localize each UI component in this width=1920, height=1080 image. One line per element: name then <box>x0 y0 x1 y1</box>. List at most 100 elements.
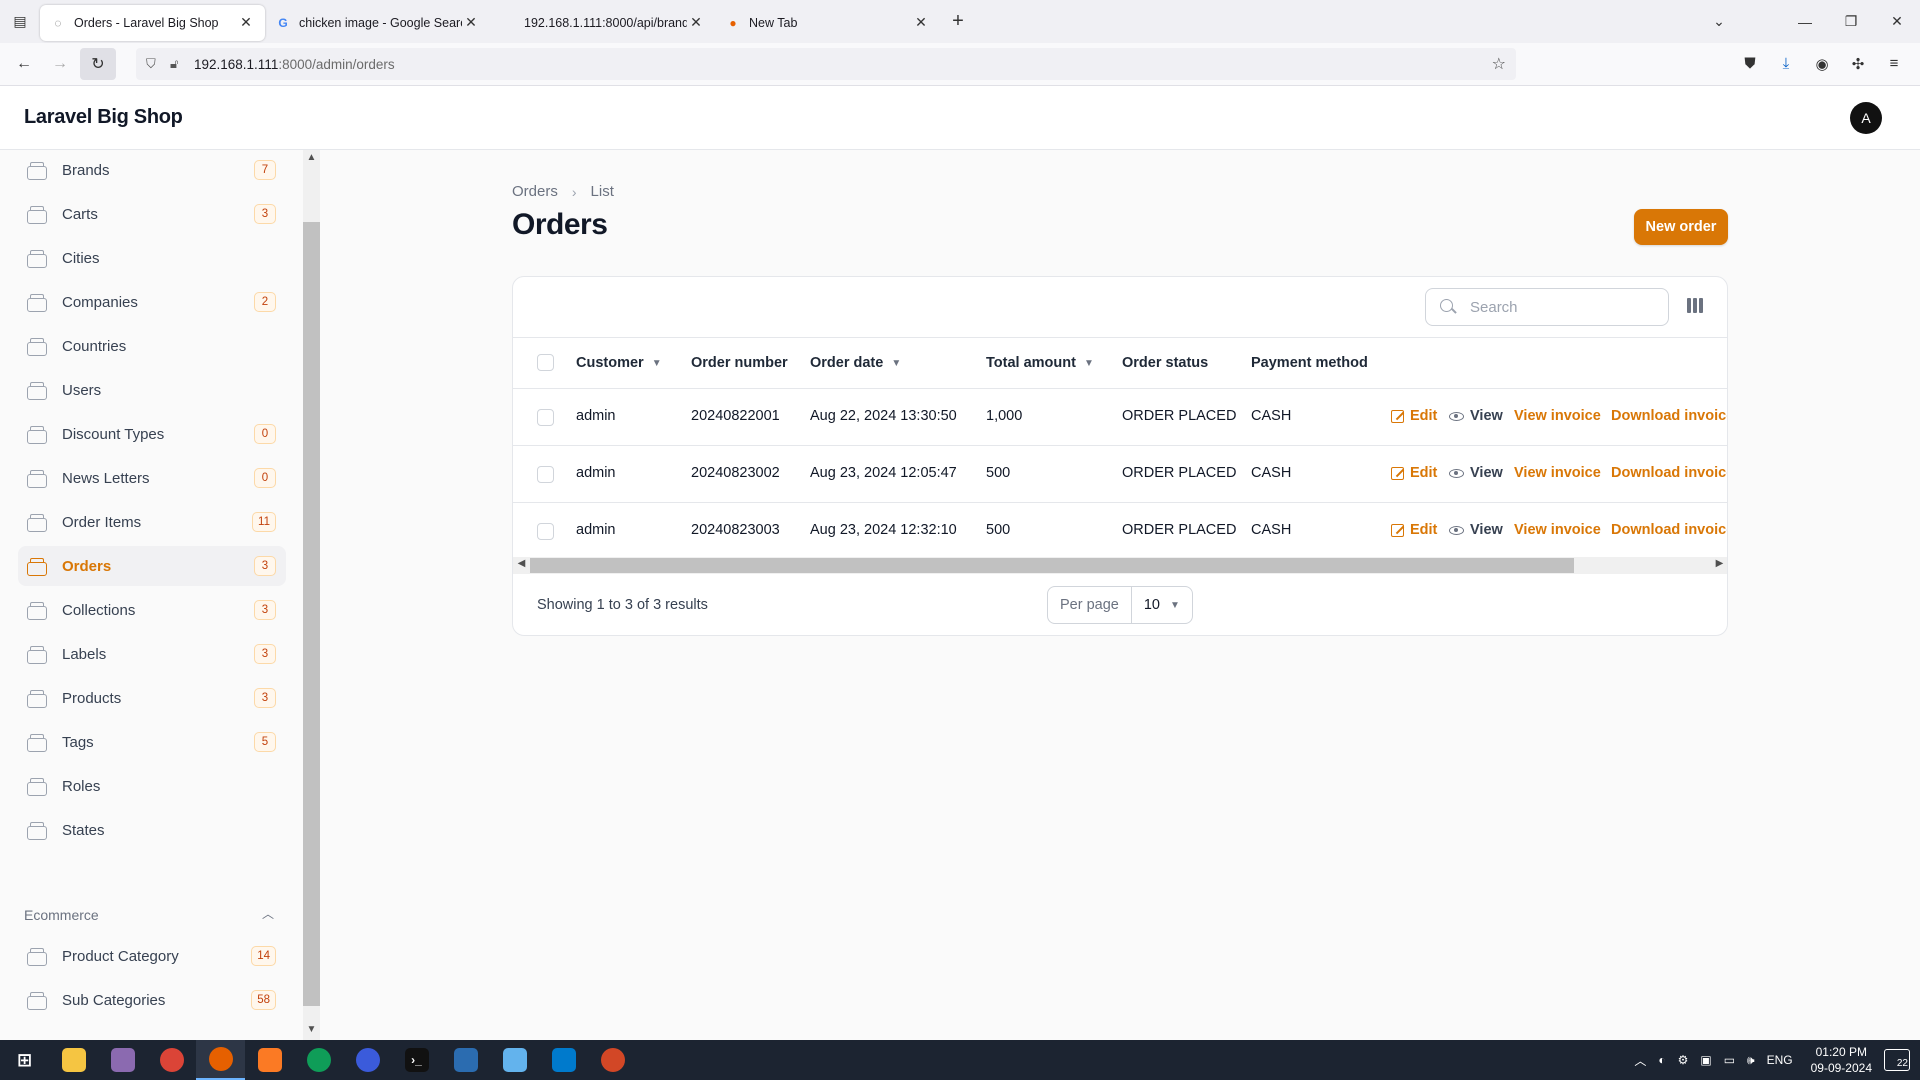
extensions-icon[interactable]: ✣ <box>1840 55 1876 73</box>
tab-orders[interactable]: ◌ Orders - Laravel Big Shop ✕ <box>40 4 265 41</box>
language-indicator[interactable]: ENG <box>1767 1053 1793 1067</box>
scrollbar-thumb[interactable] <box>530 558 1574 573</box>
app-icon[interactable] <box>98 1040 147 1080</box>
pocket-icon[interactable]: ⛊ <box>1732 55 1768 73</box>
close-tab-icon[interactable]: ✕ <box>237 14 255 31</box>
sidebar-item-order-items[interactable]: Order Items 11 <box>18 502 286 542</box>
sidebar-item-products[interactable]: Products 3 <box>18 678 286 718</box>
table-row[interactable]: admin 20240822001 Aug 22, 2024 13:30:50 … <box>513 389 1727 446</box>
row-checkbox[interactable] <box>537 466 554 483</box>
search-input[interactable]: Search <box>1425 288 1669 326</box>
scrollbar-thumb[interactable] <box>303 222 320 1006</box>
notification-icon[interactable]: 22 <box>1884 1049 1910 1071</box>
table-horizontal-scrollbar[interactable]: ◀ ▶ <box>513 557 1727 574</box>
column-toggle-icon[interactable] <box>1687 298 1703 313</box>
row-checkbox[interactable] <box>537 409 554 426</box>
menu-icon[interactable]: ≡ <box>1876 55 1912 73</box>
new-tab-icon[interactable]: + <box>940 10 976 33</box>
view-invoice-link[interactable]: View invoice <box>1514 465 1601 481</box>
sidebar-item-cities[interactable]: Cities <box>18 238 286 278</box>
account-icon[interactable]: ◉ <box>1804 55 1840 73</box>
sidebar-item-product-category[interactable]: Product Category 14 <box>18 936 286 976</box>
app-star-icon[interactable] <box>343 1040 392 1080</box>
chevron-up-icon[interactable]: ︿ <box>1634 1052 1646 1069</box>
sidebar-item-companies[interactable]: Companies 2 <box>18 282 286 322</box>
download-invoice-link[interactable]: Download invoice <box>1611 522 1727 538</box>
tab-overflow-chevron-icon[interactable]: ⌄ <box>1696 13 1742 30</box>
scroll-right-arrow-icon[interactable]: ▶ <box>1711 558 1727 569</box>
close-tab-icon[interactable]: ✕ <box>462 14 480 31</box>
download-invoice-link[interactable]: Download invoice <box>1611 465 1727 481</box>
sidebar-item-labels[interactable]: Labels 3 <box>18 634 286 674</box>
close-tab-icon[interactable]: ✕ <box>912 14 930 31</box>
powerpoint-icon[interactable] <box>588 1040 637 1080</box>
terminal-icon[interactable]: ›_ <box>392 1040 441 1080</box>
edit-link[interactable]: Edit <box>1391 522 1437 538</box>
sidebar-item-orders[interactable]: Orders 3 <box>18 546 286 586</box>
sidebar-item-users[interactable]: Users <box>18 370 286 410</box>
forward-icon[interactable]: → <box>42 48 78 80</box>
tab-google-search[interactable]: G chicken image - Google Search ✕ <box>265 5 490 41</box>
reload-icon[interactable]: ↻ <box>80 48 116 80</box>
table-row[interactable]: admin 20240823002 Aug 23, 2024 12:05:47 … <box>513 446 1727 503</box>
tab-api-brands[interactable]: 192.168.1.111:8000/api/brands ✕ <box>490 5 715 41</box>
bookmark-star-icon[interactable]: ☆ <box>1492 54 1506 74</box>
back-icon[interactable]: ← <box>6 48 42 80</box>
vscode-icon[interactable] <box>539 1040 588 1080</box>
tab-new-tab[interactable]: ● New Tab ✕ <box>715 5 940 41</box>
download-icon[interactable]: ⤓ <box>1768 55 1804 73</box>
store-icon[interactable] <box>441 1040 490 1080</box>
sidebar-item-roles[interactable]: Roles <box>18 766 286 806</box>
edit-link[interactable]: Edit <box>1391 408 1437 424</box>
volume-icon[interactable]: 🕪︎ <box>1747 1053 1755 1068</box>
scroll-up-arrow-icon[interactable]: ▲ <box>303 152 320 163</box>
edit-link[interactable]: Edit <box>1391 465 1437 481</box>
brand-title[interactable]: Laravel Big Shop <box>24 106 183 129</box>
scroll-down-arrow-icon[interactable]: ▼ <box>303 1024 320 1035</box>
sidebar-item-brands[interactable]: Brands 7 <box>18 150 286 190</box>
table-row[interactable]: admin 20240823003 Aug 23, 2024 12:32:10 … <box>513 503 1727 560</box>
sidebar-item-carts[interactable]: Carts 3 <box>18 194 286 234</box>
chrome-icon[interactable] <box>147 1040 196 1080</box>
sidebar-item-collections[interactable]: Collections 3 <box>18 590 286 630</box>
sidebar-item-tags[interactable]: Tags 5 <box>18 722 286 762</box>
sidebar-group-ecommerce[interactable]: Ecommerce <box>24 907 99 923</box>
per-page-select[interactable]: Per page 10 ▼ <box>1047 586 1193 624</box>
clock[interactable]: 01:20 PM 09-09-2024 <box>1811 1044 1872 1076</box>
windows-start-icon[interactable]: ⊞ <box>0 1040 49 1080</box>
firefox-icon[interactable] <box>196 1040 245 1080</box>
sidebar-item-states[interactable]: States <box>18 810 286 850</box>
close-tab-icon[interactable]: ✕ <box>687 14 705 31</box>
restore-icon[interactable]: ❐ <box>1828 13 1874 30</box>
tray-display-icon[interactable]: ▣ <box>1700 1053 1711 1067</box>
tray-app-icon[interactable]: ◐ <box>1658 1053 1665 1067</box>
file-explorer-icon[interactable] <box>49 1040 98 1080</box>
tray-settings-icon[interactable]: ⚙ <box>1678 1053 1689 1067</box>
avatar[interactable]: A <box>1850 101 1882 134</box>
notes-icon[interactable] <box>490 1040 539 1080</box>
sidebar-item-countries[interactable]: Countries <box>18 326 286 366</box>
per-page-value[interactable]: 10 ▼ <box>1132 597 1192 613</box>
sidebar-item-discount-types[interactable]: Discount Types 0 <box>18 414 286 454</box>
sidebar-scrollbar[interactable]: ▲ ▼ <box>303 150 320 1040</box>
column-header-customer[interactable]: Customer ▼ <box>576 355 662 371</box>
close-window-icon[interactable]: ✕ <box>1874 13 1920 30</box>
network-icon[interactable]: ▭ <box>1724 1053 1735 1067</box>
sidebar-item-news-letters[interactable]: News Letters 0 <box>18 458 286 498</box>
new-order-button[interactable]: New order <box>1634 209 1728 245</box>
scroll-left-arrow-icon[interactable]: ◀ <box>513 558 530 569</box>
view-link[interactable]: View <box>1449 408 1503 424</box>
chrome-profile-icon[interactable] <box>294 1040 343 1080</box>
column-header-order-date[interactable]: Order date ▼ <box>810 355 901 371</box>
view-invoice-link[interactable]: View invoice <box>1514 522 1601 538</box>
url-bar[interactable]: ⛉ 🔓︎ 192.168.1.111:8000/admin/orders ☆ <box>136 48 1516 80</box>
select-all-checkbox[interactable] <box>537 354 554 371</box>
column-header-total-amount[interactable]: Total amount ▼ <box>986 355 1094 371</box>
download-invoice-link[interactable]: Download invoice <box>1611 408 1727 424</box>
breadcrumb-orders-link[interactable]: Orders <box>512 183 558 200</box>
tab-list-icon[interactable]: ▤ <box>0 0 40 43</box>
row-checkbox[interactable] <box>537 523 554 540</box>
view-invoice-link[interactable]: View invoice <box>1514 408 1601 424</box>
xampp-icon[interactable] <box>245 1040 294 1080</box>
view-link[interactable]: View <box>1449 465 1503 481</box>
